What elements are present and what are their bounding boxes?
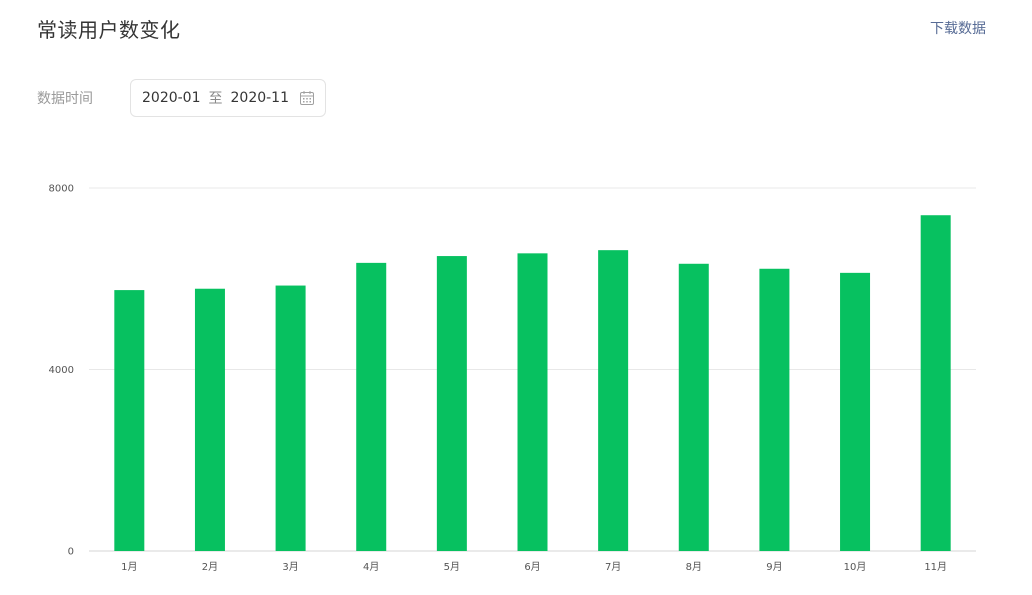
x-tick-label: 7月 <box>605 561 621 573</box>
download-data-link[interactable]: 下载数据 <box>930 18 986 38</box>
date-range-picker[interactable]: 2020-01 至 2020-11 <box>130 79 326 117</box>
bar <box>759 268 790 551</box>
x-tick-label: 10月 <box>844 561 867 573</box>
bar <box>114 290 145 551</box>
bar <box>275 285 306 551</box>
x-tick-label: 3月 <box>282 561 298 573</box>
x-tick-label: 2月 <box>202 561 218 573</box>
calendar-icon[interactable] <box>299 90 315 106</box>
date-filter-label: 数据时间 <box>37 91 93 107</box>
x-tick-label: 4月 <box>363 561 379 573</box>
y-tick-label: 0 <box>68 547 74 558</box>
page-title: 常读用户数变化 <box>37 18 181 42</box>
y-tick-label: 8000 <box>49 184 74 195</box>
bar-chart: 0 4000 8000 1月 2月 3月 4月 5月 6月 7月 8月 9月 10月 11月 <box>49 184 976 573</box>
x-tick-label: 11月 <box>924 561 947 573</box>
bar <box>194 288 225 551</box>
x-tick-label: 8月 <box>686 561 702 573</box>
bar <box>678 263 709 551</box>
bar <box>436 256 467 551</box>
bar <box>840 272 871 551</box>
date-range-separator: 至 <box>208 91 223 107</box>
date-range-end: 2020-11 <box>230 90 290 106</box>
x-tick-label: 1月 <box>121 561 137 573</box>
x-tick-label: 5月 <box>444 561 460 573</box>
x-tick-label: 6月 <box>524 561 540 573</box>
x-tick-label: 9月 <box>766 561 782 573</box>
chart-container: 0 4000 8000 1月 2月 3月 4月 5月 6月 7月 8月 9月 10月 11月 <box>0 160 1032 595</box>
bar <box>356 262 387 551</box>
bar <box>920 215 951 551</box>
date-filter-row: 数据时间 2020-01 至 2020-11 <box>37 78 326 118</box>
y-tick-label: 4000 <box>49 365 74 376</box>
date-range-start: 2020-01 <box>142 90 201 106</box>
bar <box>517 253 548 551</box>
bar <box>598 250 629 551</box>
